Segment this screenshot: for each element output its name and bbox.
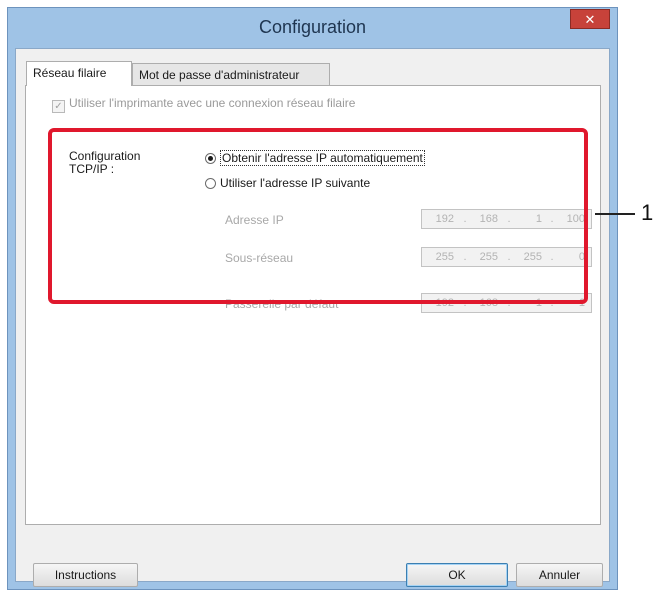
instructions-button[interactable]: Instructions	[33, 563, 138, 587]
close-icon: ✕	[584, 12, 596, 27]
tab-wired-network[interactable]: Réseau filaire	[26, 61, 132, 86]
ok-button[interactable]: OK	[406, 563, 508, 587]
tab-label: Réseau filaire	[33, 66, 107, 80]
cancel-button[interactable]: Annuler	[516, 563, 603, 587]
wired-connection-checkbox-label: Utiliser l'imprimante avec une connexion…	[69, 96, 356, 110]
dialog-title: Configuration	[258, 17, 367, 37]
close-button[interactable]: ✕	[570, 9, 610, 29]
callout-number: 1	[641, 200, 654, 225]
wired-connection-checkbox-row: ✓ Utiliser l'imprimante avec une connexio…	[52, 96, 355, 113]
wired-connection-checkbox[interactable]: ✓	[52, 100, 65, 113]
tab-label: Mot de passe d'administrateur	[139, 68, 300, 82]
callout-leader-line	[595, 213, 635, 215]
callout-highlight-box	[48, 128, 588, 304]
tab-admin-password[interactable]: Mot de passe d'administrateur	[132, 63, 330, 85]
